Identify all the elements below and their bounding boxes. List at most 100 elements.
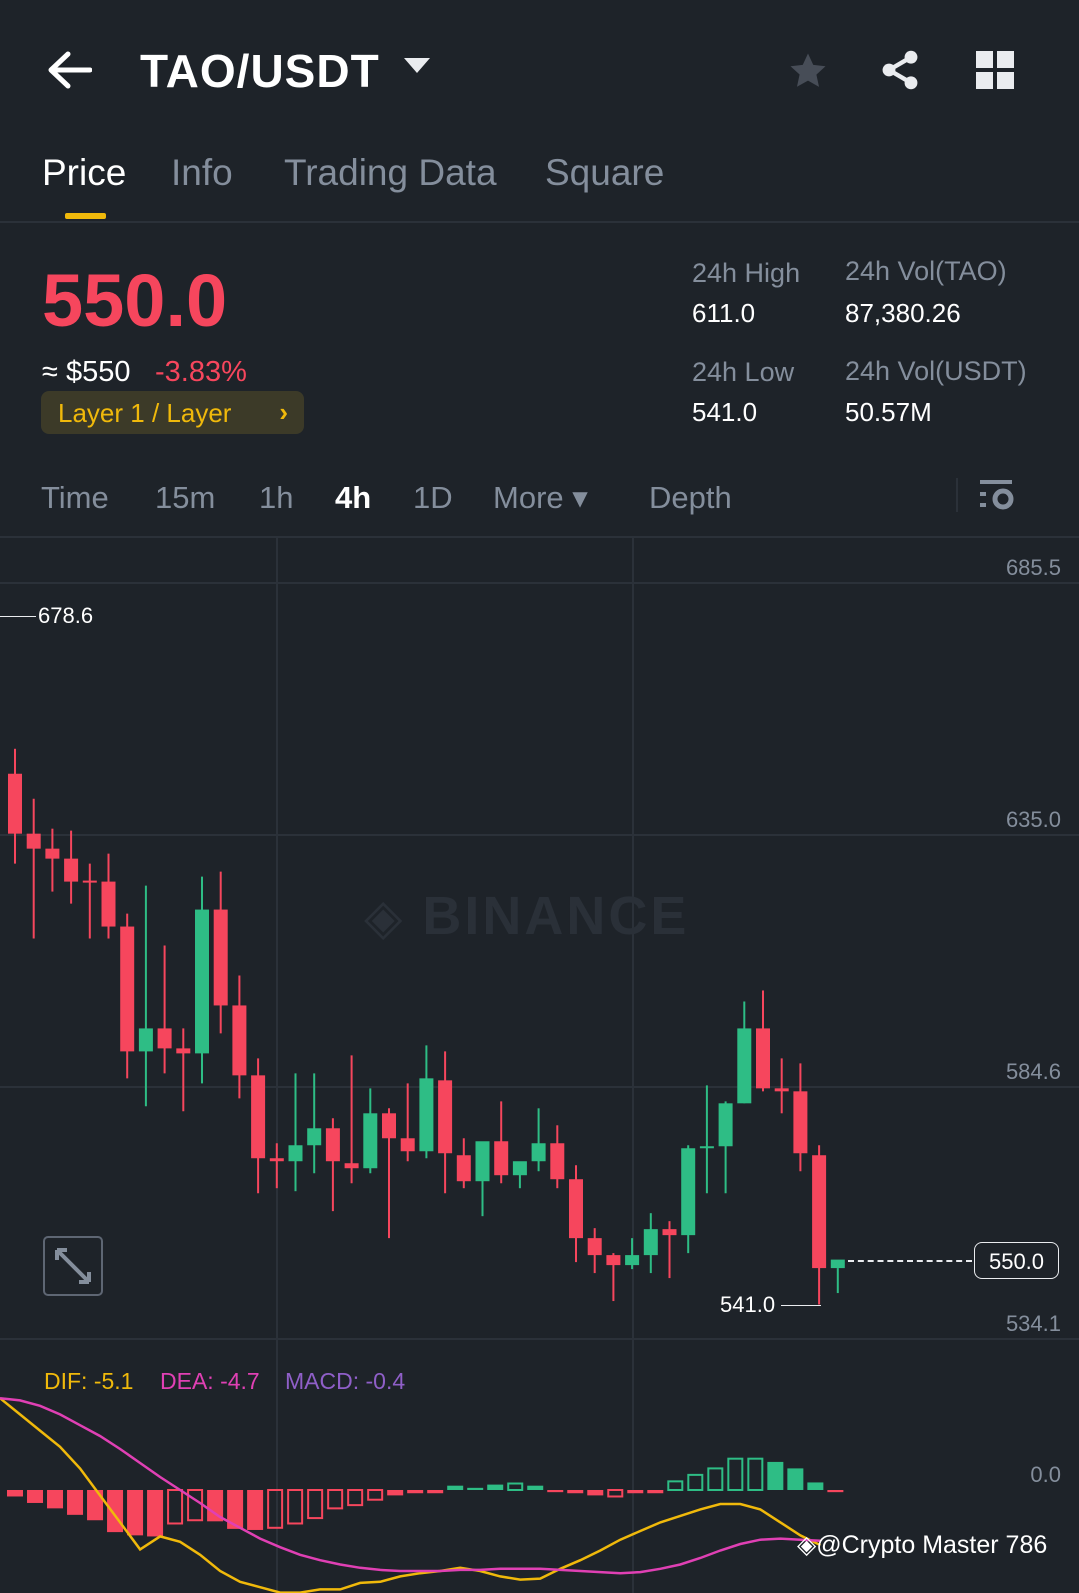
usd-price: ≈ $550: [42, 356, 131, 388]
stat-label-24h-high: 24h High: [692, 258, 801, 288]
macd-histogram-bar: [107, 1490, 124, 1533]
candle-body: [325, 1128, 340, 1162]
candle-body: [793, 1091, 808, 1154]
grid-icon[interactable]: [975, 50, 1015, 90]
macd-histogram-bar: [67, 1490, 84, 1515]
macd-value-label: MACD: -0.4: [285, 1368, 406, 1394]
macd-histogram-bar: [587, 1490, 604, 1496]
tab-trading-data[interactable]: Trading Data: [284, 152, 497, 194]
candle-body: [251, 1075, 266, 1159]
share-icon[interactable]: [878, 48, 922, 92]
macd-histogram-bar: [467, 1487, 484, 1490]
candle-body: [718, 1103, 733, 1147]
macd-histogram-bar: [667, 1480, 684, 1491]
candle-body: [438, 1080, 453, 1154]
macd-histogram-bar: [247, 1490, 264, 1530]
interval-15m[interactable]: 15m: [155, 480, 215, 516]
pair-title[interactable]: TAO/USDT: [140, 44, 380, 98]
price-axis-label: 685.5: [1005, 555, 1061, 580]
candle-body: [419, 1078, 434, 1152]
interval-1h[interactable]: 1h: [259, 480, 293, 516]
tab-price[interactable]: Price: [42, 152, 126, 194]
caret-down-icon[interactable]: [404, 58, 430, 73]
low-marker-line: [781, 1305, 821, 1306]
macd-histogram-bar: [27, 1490, 44, 1503]
candle-body: [101, 881, 116, 927]
stat-value-24h-high: 611.0: [692, 298, 756, 328]
candle-body: [195, 909, 209, 1054]
macd-histogram-bar: [787, 1468, 804, 1490]
high-marker-label: 678.6: [38, 603, 94, 628]
candle-body: [288, 1145, 303, 1162]
category-tag[interactable]: Layer 1 / Layer ›: [41, 391, 304, 434]
candle-body: [8, 773, 22, 834]
stat-value-24h-vol-usdt: 50.57M: [845, 397, 932, 427]
macd-histogram-bar: [47, 1490, 64, 1509]
candlestick-chart[interactable]: [0, 537, 1079, 1593]
macd-histogram-bar: [627, 1490, 644, 1494]
candle-body: [344, 1163, 359, 1169]
candle-body: [606, 1255, 621, 1266]
macd-histogram-bar: [367, 1489, 384, 1501]
candle-body: [82, 880, 97, 883]
credit-watermark: ◈@Crypto Master 786: [797, 1531, 1048, 1559]
depth-tab[interactable]: Depth: [649, 480, 732, 516]
macd-histogram-bar: [547, 1490, 564, 1493]
candle-body: [400, 1138, 415, 1152]
candle-body: [643, 1229, 658, 1256]
chevron-right-icon: ›: [279, 397, 288, 427]
stat-label-24h-low: 24h Low: [692, 357, 795, 387]
macd-histogram-bar: [267, 1489, 284, 1529]
fullscreen-icon[interactable]: [43, 1236, 103, 1296]
macd-histogram-bar: [607, 1489, 624, 1498]
macd-histogram-bar: [287, 1489, 304, 1525]
interval-time[interactable]: Time: [41, 480, 109, 516]
candle-body: [26, 833, 41, 849]
tab-info[interactable]: Info: [171, 152, 233, 194]
macd-histogram-bar: [7, 1490, 23, 1497]
divider: [0, 221, 1079, 223]
macd-histogram-bar: [407, 1490, 424, 1494]
macd-histogram-bar: [167, 1489, 184, 1525]
candle-body: [363, 1113, 378, 1169]
interval-more-dropdown[interactable]: More ▾: [493, 480, 588, 516]
candle-body: [587, 1238, 602, 1256]
macd-histogram-bar: [567, 1490, 584, 1494]
candle-body: [737, 1028, 752, 1104]
back-arrow-icon[interactable]: [46, 50, 92, 90]
macd-histogram-bar: [127, 1490, 144, 1536]
macd-histogram-bar: [147, 1490, 164, 1537]
macd-histogram-bar: [527, 1485, 544, 1490]
candle-body: [232, 1005, 247, 1076]
stat-value-24h-low: 541.0: [692, 397, 758, 427]
high-marker-line: [0, 616, 36, 617]
candle-body: [812, 1155, 827, 1269]
macd-histogram-bar: [827, 1490, 844, 1493]
macd-histogram-bar: [327, 1489, 344, 1510]
candle-body: [531, 1143, 546, 1162]
active-tab-indicator: [65, 213, 106, 219]
macd-histogram-bar: [767, 1461, 784, 1490]
candle-body: [456, 1155, 471, 1182]
interval-1d[interactable]: 1D: [413, 480, 453, 516]
candle-body: [625, 1255, 640, 1266]
macd-histogram-bar: [507, 1482, 524, 1492]
chart-settings-icon[interactable]: [980, 478, 1014, 512]
candle-body: [157, 1028, 172, 1049]
candle-body: [269, 1158, 284, 1162]
macd-histogram-bar: [347, 1489, 364, 1507]
binance-watermark: ◈ BINANCE: [364, 886, 690, 946]
candle-body: [475, 1141, 490, 1182]
stat-label-24h-vol-usdt: 24h Vol(USDT): [845, 356, 1027, 386]
divider: [956, 478, 958, 512]
candle-body: [176, 1048, 191, 1054]
price-change-percent: -3.83%: [155, 356, 247, 388]
tab-square[interactable]: Square: [545, 152, 664, 194]
candle-body: [550, 1143, 565, 1180]
stat-value-24h-vol-tao: 87,380.26: [845, 298, 961, 328]
macd-histogram-bar: [707, 1467, 724, 1492]
star-icon[interactable]: [786, 50, 830, 92]
candle-body: [681, 1148, 696, 1236]
macd-dif-line: [0, 1397, 821, 1593]
interval-4h[interactable]: 4h: [335, 480, 371, 516]
